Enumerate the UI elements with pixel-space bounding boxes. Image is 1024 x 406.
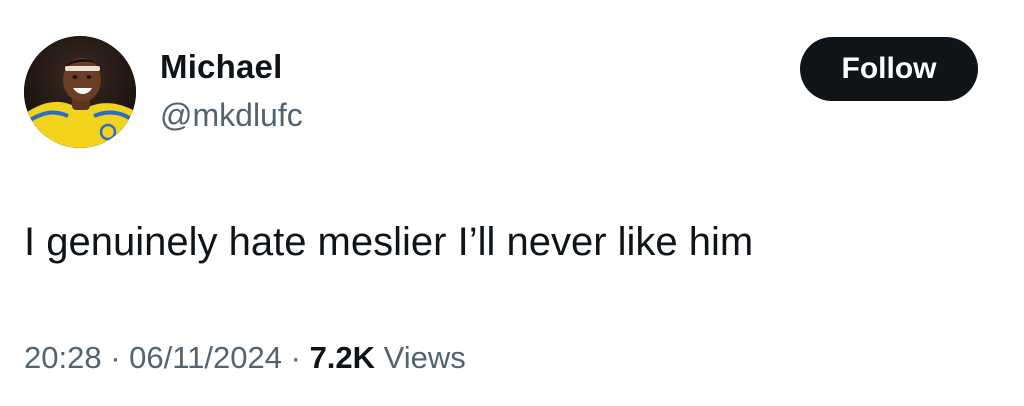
views-count[interactable]: 7.2K bbox=[310, 340, 375, 375]
meta-separator: · bbox=[282, 340, 310, 375]
tweet-date[interactable]: 06/11/2024 bbox=[129, 340, 282, 375]
avatar-photo-icon bbox=[24, 36, 136, 148]
avatar[interactable] bbox=[24, 36, 136, 148]
meta-separator: · bbox=[101, 340, 130, 375]
tweet-time[interactable]: 20:28 bbox=[24, 340, 102, 375]
author-handle[interactable]: @mkdlufc bbox=[160, 95, 303, 135]
follow-button[interactable]: Follow bbox=[800, 37, 978, 101]
tweet-card: Michael @mkdlufc Follow I genuinely hate… bbox=[0, 0, 1024, 406]
author-name[interactable]: Michael bbox=[160, 47, 282, 87]
tweet-text: I genuinely hate meslier I’ll never like… bbox=[24, 220, 754, 264]
tweet-meta: 20:28 · 06/11/2024 · 7.2K Views bbox=[24, 336, 466, 380]
views-label[interactable]: Views bbox=[375, 340, 466, 375]
